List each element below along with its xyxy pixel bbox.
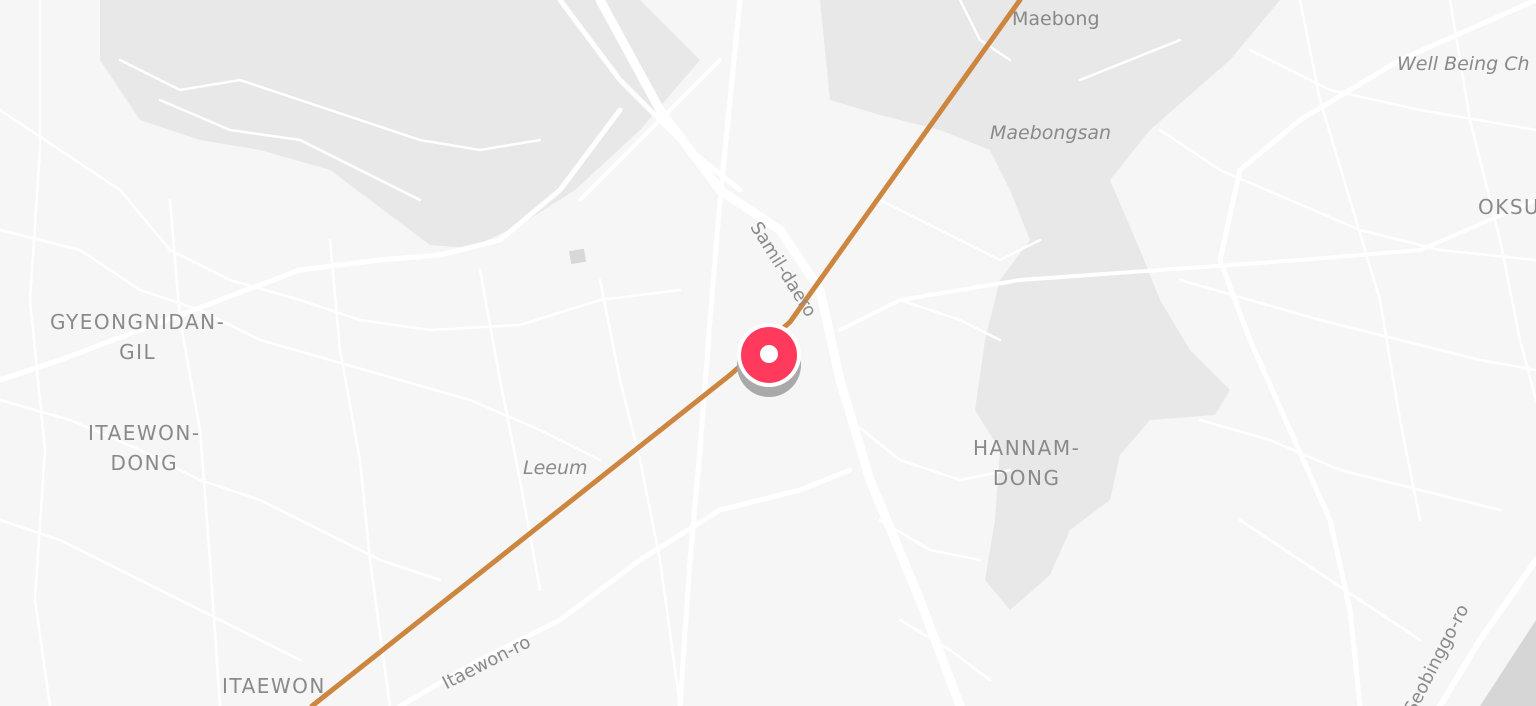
marker-center-dot: [760, 345, 778, 363]
place-label-maebongsan: Maebongsan: [990, 122, 1112, 144]
place-label-maebong: Maebong: [1012, 8, 1100, 30]
district-label-oksu: OKSU: [1478, 195, 1536, 219]
place-label-well-being: Well Being Ch: [1397, 53, 1530, 75]
district-label-itaewon: ITAEWON: [222, 674, 326, 698]
district-label-hannam-dong: HANNAM- DONG: [973, 436, 1081, 490]
district-label-itaewon-dong: ITAEWON- DONG: [88, 421, 201, 475]
small-building: [569, 248, 587, 265]
map-canvas[interactable]: GYEONGNIDAN- GIL ITAEWON- DONG ITAEWON H…: [0, 0, 1536, 706]
place-label-leeum: Leeum: [523, 457, 588, 479]
district-label-gyeongnidan-gil: GYEONGNIDAN- GIL: [50, 310, 226, 364]
location-pin-icon[interactable]: [734, 323, 804, 401]
